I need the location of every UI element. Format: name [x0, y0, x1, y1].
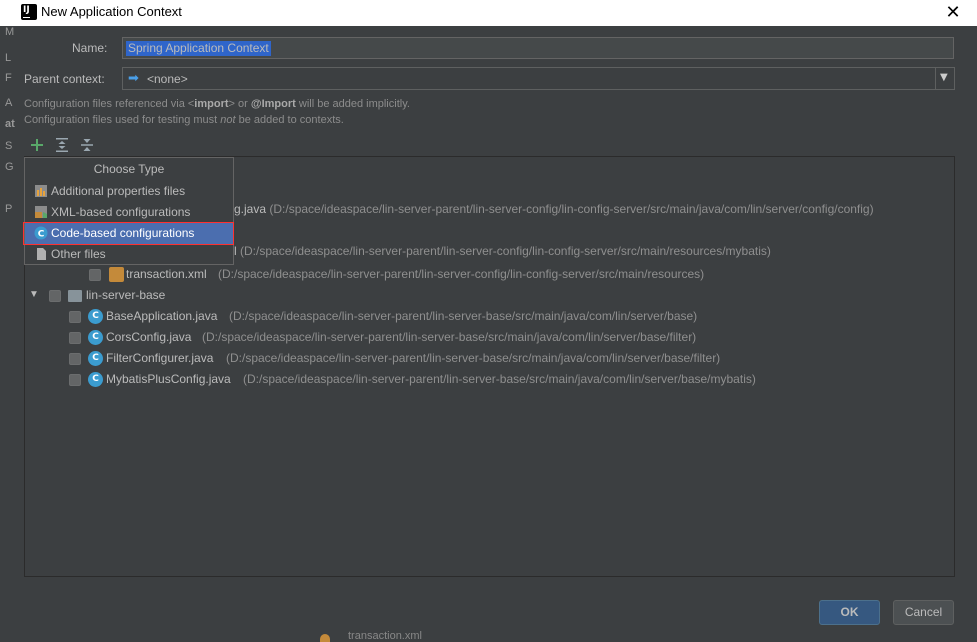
hint-emphasis: not [220, 114, 236, 126]
add-icon[interactable] [29, 137, 45, 153]
popup-item-label: XML-based configurations [51, 205, 191, 219]
class-icon: C [88, 330, 103, 345]
parent-letter: G [5, 161, 14, 173]
tree-row-path: (D:/space/ideaspace/lin-server-parent/li… [243, 372, 756, 386]
tree-row-name: g.java [234, 202, 267, 216]
popup-item-xml[interactable]: XML-based configurations [25, 202, 233, 223]
tree-row-path: (D:/space/ideaspace/lin-server-parent/li… [226, 351, 721, 365]
background-window-edge: transaction.xml [0, 628, 977, 642]
close-icon[interactable]: ✕ [942, 2, 964, 24]
intellij-logo-icon: IJ [19, 2, 39, 22]
popup-item-code-based[interactable]: C Code-based configurations [25, 223, 233, 244]
checkbox[interactable] [89, 269, 101, 281]
popup-item-label: Code-based configurations [51, 226, 195, 240]
popup-item-label: Other files [51, 247, 106, 261]
tree-row[interactable]: C BaseApplication.java (D:/space/ideaspa… [69, 307, 929, 327]
xml-file-icon [109, 267, 124, 282]
hint-text: be added to contexts. [235, 114, 344, 126]
tree-row-path: (D:/space/ideaspace/lin-server-parent/li… [202, 330, 697, 344]
choose-type-popup: Choose Type Additional properties files … [24, 157, 234, 265]
hint-text: Configuration files referenced via < [24, 98, 195, 110]
popup-item-other[interactable]: Other files [25, 244, 233, 265]
parent-letter: at [5, 118, 15, 130]
parent-letter: L [5, 52, 12, 64]
parent-context-label: Parent context: [24, 72, 105, 86]
tree-row-path: (D:/space/ideaspace/lin-server-parent/li… [269, 202, 874, 216]
tree-row-name: BaseApplication.java [106, 309, 218, 323]
parent-context-value: <none> [147, 72, 188, 86]
tree-module-row[interactable]: ▼ lin-server-base [29, 286, 329, 306]
hint-line-1: Configuration files referenced via <impo… [24, 98, 410, 110]
xml-config-icon [35, 206, 47, 218]
name-input-value: Spring Application Context [126, 41, 271, 56]
tree-row-name: transaction.xml [126, 267, 207, 281]
parent-window-edge: M L F A at S G P [0, 26, 15, 642]
class-icon: C [88, 372, 103, 387]
spring-class-icon: C [34, 226, 48, 240]
properties-file-icon [35, 185, 47, 197]
svg-text:C: C [38, 230, 45, 240]
spring-boot-class-icon: C [88, 309, 103, 324]
checkbox[interactable] [49, 290, 61, 302]
checkbox[interactable] [69, 332, 81, 344]
collapse-all-icon[interactable] [79, 137, 95, 153]
checkbox[interactable] [69, 311, 81, 323]
arrow-right-icon: ➡ [128, 71, 139, 86]
hint-text: Configuration files used for testing mus… [24, 114, 221, 126]
popup-item-properties[interactable]: Additional properties files [25, 181, 233, 202]
tree-row-path: (D:/space/ideaspace/lin-server-parent/li… [229, 309, 698, 323]
name-label: Name: [72, 41, 108, 55]
chevron-down-icon: ▼ [940, 72, 948, 83]
module-folder-icon [68, 290, 82, 302]
hint-text: will be added implicitly. [295, 98, 410, 110]
dropdown-button[interactable]: ▼ [935, 68, 954, 89]
xml-file-icon [320, 634, 330, 642]
tree-row[interactable]: C MybatisPlusConfig.java (D:/space/ideas… [69, 370, 929, 390]
checkbox[interactable] [69, 353, 81, 365]
parent-letter: P [5, 203, 13, 215]
parent-letter: F [5, 72, 12, 84]
popup-title: Choose Type [93, 162, 165, 176]
ok-button[interactable]: OK [819, 600, 880, 625]
background-file-name: transaction.xml [348, 630, 422, 642]
expand-all-icon[interactable] [54, 137, 70, 153]
tree-row[interactable]: C FilterConfigurer.java (D:/space/ideasp… [69, 349, 929, 369]
parent-letter: S [5, 140, 13, 152]
tree-row-path: (D:/space/ideaspace/lin-server-parent/li… [240, 244, 771, 258]
checkbox[interactable] [69, 374, 81, 386]
parent-letter: A [5, 97, 13, 109]
file-icon [37, 248, 46, 260]
tree-row-name: l [234, 244, 237, 258]
cancel-button[interactable]: Cancel [893, 600, 954, 625]
hint-line-2: Configuration files used for testing mus… [24, 114, 344, 126]
window-title: New Application Context [41, 4, 182, 19]
title-bar: IJ New Application Context ✕ [0, 0, 977, 26]
hint-keyword: import [194, 98, 229, 110]
tree-row[interactable]: l (D:/space/ideaspace/lin-server-parent/… [234, 244, 771, 264]
tree-row[interactable]: g.java (D:/space/ideaspace/lin-server-pa… [234, 202, 874, 222]
tree-row[interactable]: transaction.xml (D:/space/ideaspace/lin-… [89, 265, 889, 285]
popup-item-label: Additional properties files [51, 184, 186, 198]
tree-row-name: lin-server-base [86, 288, 166, 302]
tree-row-name: MybatisPlusConfig.java [106, 372, 231, 386]
parent-letter: M [5, 26, 15, 38]
hint-text: > or [228, 98, 251, 110]
tree-row[interactable]: C CorsConfig.java (D:/space/ideaspace/li… [69, 328, 929, 348]
parent-context-select[interactable]: ➡ <none> ▼ [122, 67, 955, 90]
tree-row-path: (D:/space/ideaspace/lin-server-parent/li… [218, 267, 705, 281]
tree-row-name: CorsConfig.java [106, 330, 192, 344]
expand-arrow-icon[interactable]: ▼ [29, 289, 39, 300]
tree-row-name: FilterConfigurer.java [106, 351, 214, 365]
hint-keyword: @Import [250, 98, 296, 110]
name-input[interactable]: Spring Application Context [122, 37, 954, 59]
class-icon: C [88, 351, 103, 366]
